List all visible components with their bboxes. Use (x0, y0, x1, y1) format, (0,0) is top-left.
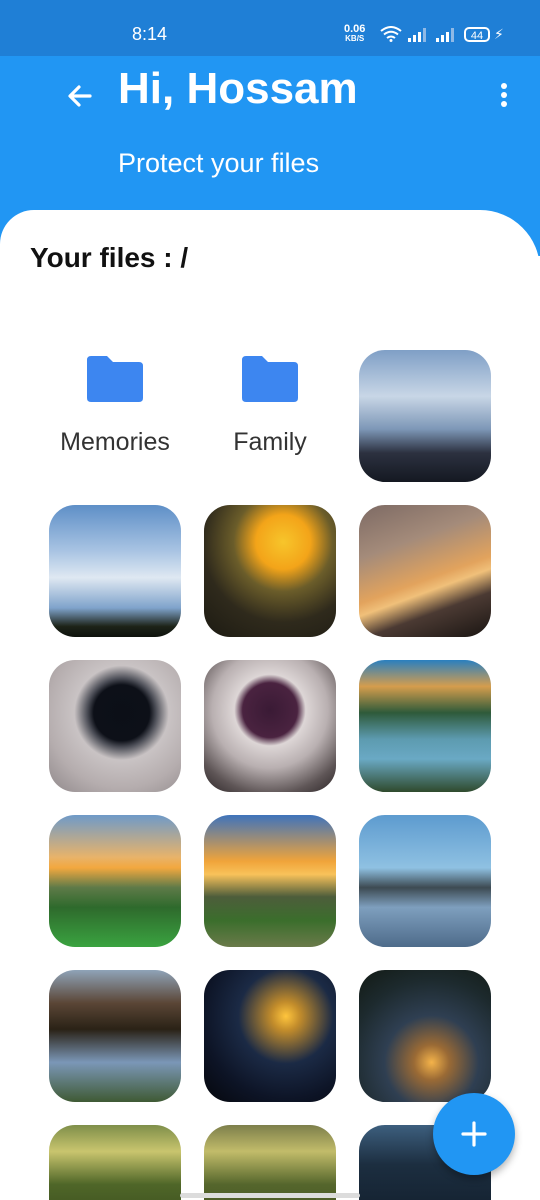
photo-thumbnail[interactable] (49, 970, 181, 1102)
folder-memories[interactable]: Memories (49, 350, 181, 482)
photo-thumbnail[interactable] (204, 815, 336, 947)
photo-thumbnail[interactable] (359, 815, 491, 947)
photo-thumbnail[interactable] (204, 505, 336, 637)
photo-thumbnail[interactable] (359, 970, 491, 1102)
folder-icon (242, 356, 298, 402)
photo-thumbnail[interactable] (359, 350, 491, 482)
photo-thumbnail[interactable] (204, 660, 336, 792)
files-path-title: Your files : / (30, 242, 189, 273)
photo-thumbnail[interactable] (49, 505, 181, 637)
add-button[interactable] (433, 1093, 515, 1175)
network-speed-unit: KB/S (345, 34, 365, 43)
folder-label: Memories (60, 428, 170, 456)
signal-icon (436, 28, 454, 42)
photo-thumbnail[interactable] (49, 815, 181, 947)
photo-thumbnail[interactable] (204, 970, 336, 1102)
status-time: 8:14 (132, 24, 168, 44)
photo-thumbnail[interactable] (49, 1125, 181, 1200)
charging-icon: ⚡ (494, 26, 504, 42)
battery-icon: 44 (464, 27, 490, 42)
photo-thumbnail[interactable] (359, 505, 491, 637)
folder-label: Family (233, 428, 307, 456)
signal-icon (408, 28, 426, 42)
folder-icon (87, 356, 143, 402)
back-arrow-icon[interactable] (62, 78, 98, 114)
photo-thumbnail[interactable] (49, 660, 181, 792)
status-bar: 8:14 0.06 KB/S 44 ⚡ (0, 0, 540, 56)
photo-thumbnail[interactable] (359, 660, 491, 792)
plus-icon (461, 1121, 487, 1147)
wifi-icon (380, 26, 402, 42)
photo-thumbnail[interactable] (204, 1125, 336, 1200)
page-title: Hi, Hossam (118, 64, 358, 113)
folder-family[interactable]: Family (204, 350, 336, 482)
files-panel: Your files : / Memories Family (0, 210, 540, 1200)
network-speed: 0.06 KB/S (344, 24, 365, 44)
home-indicator[interactable] (180, 1193, 360, 1198)
page-subtitle: Protect your files (118, 148, 320, 178)
more-options-icon[interactable] (492, 80, 516, 112)
